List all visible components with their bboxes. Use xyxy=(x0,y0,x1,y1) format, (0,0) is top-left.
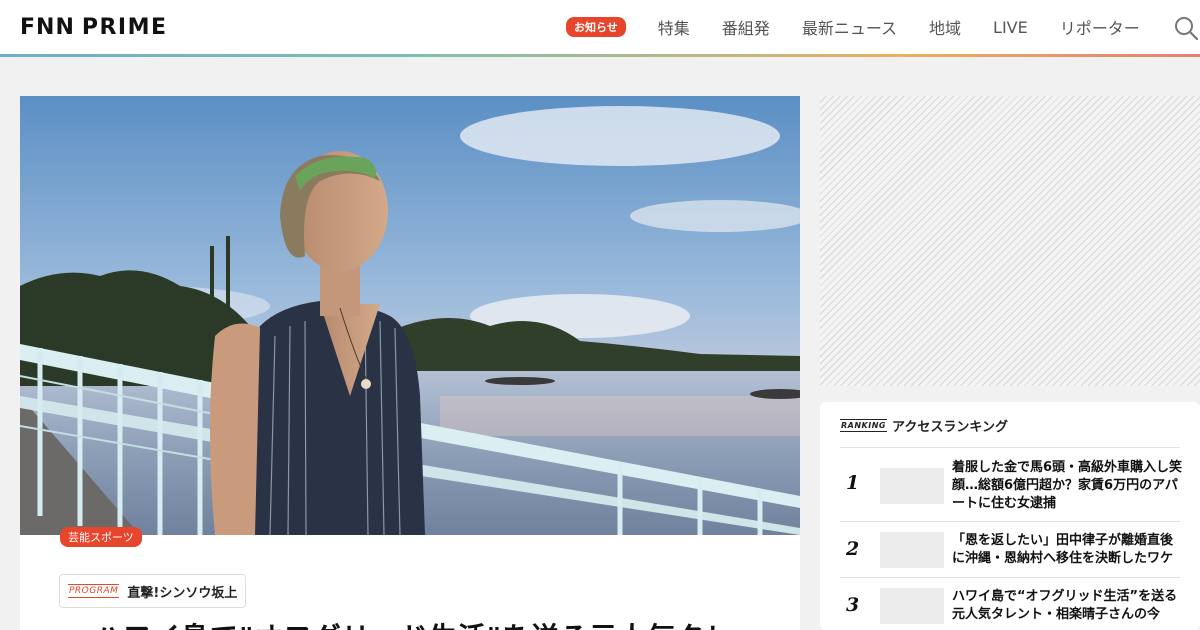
site-logo[interactable]: FNN PRIME xyxy=(20,14,168,40)
nav-item-latest-news[interactable]: 最新ニュース xyxy=(802,15,897,39)
main-nav: お知らせ 特集 番組発 最新ニュース 地域 LIVE リポーター xyxy=(566,0,1172,54)
program-label: PROGRAM xyxy=(68,584,120,598)
ranking-item-3[interactable]: 3 ハワイ島で“オフグリッド生活”を送る元人気タレント・相楽晴子さんの今 xyxy=(840,577,1180,630)
logo-prime-text: PRIME xyxy=(81,14,168,40)
nav-item-live[interactable]: LIVE xyxy=(993,18,1028,37)
program-name: 直撃!シンソウ坂上 xyxy=(127,585,238,601)
ranking-panel: RANKING アクセスランキング 1 着服した金で馬6頭・高級外車購入し笑顔…… xyxy=(820,402,1200,630)
ranking-item-title: 「恩を返したい」田中律子が離婚直後に沖縄・恩納村へ移住を決断したワケ xyxy=(952,533,1174,566)
article-headline[interactable]: ハワイ島で"オフグリッド生活"を送る元人気タレ xyxy=(94,616,734,630)
header-accent-bar xyxy=(0,54,1200,57)
ranking-thumbnail xyxy=(880,588,944,624)
article-hero-image[interactable] xyxy=(20,96,800,535)
rank-number: 2 xyxy=(846,538,860,560)
notice-badge[interactable]: お知らせ xyxy=(566,17,626,37)
nav-item-reporter[interactable]: リポーター xyxy=(1060,15,1140,39)
logo-fnn-text: FNN xyxy=(20,14,75,40)
ranking-title: アクセスランキング xyxy=(891,420,1008,435)
program-tag[interactable]: PROGRAM 直撃!シンソウ坂上 xyxy=(59,574,247,608)
nav-item-programs[interactable]: 番組発 xyxy=(722,15,770,39)
ranking-item-title: ハワイ島で“オフグリッド生活”を送る元人気タレント・相楽晴子さんの今 xyxy=(952,589,1178,622)
site-header: FNN PRIME お知らせ 特集 番組発 最新ニュース 地域 LIVE リポー… xyxy=(0,0,1200,54)
ranking-header: RANKING アクセスランキング xyxy=(840,416,1008,435)
ranking-item-2[interactable]: 2 「恩を返したい」田中律子が離婚直後に沖縄・恩納村へ移住を決断したワケ xyxy=(840,521,1180,577)
rank-number: 3 xyxy=(846,594,860,616)
ranking-label: RANKING xyxy=(840,419,887,432)
ranking-item-title: 着服した金で馬6頭・高級外車購入し笑顔…総額6億円超か？家賃6万円のアパートに住… xyxy=(952,460,1183,511)
search-icon[interactable] xyxy=(1174,16,1198,40)
article-card[interactable]: 芸能スポーツ PROGRAM 直撃!シンソウ坂上 ハワイ島で"オフグリッド生活"… xyxy=(20,96,800,630)
ranking-thumbnail xyxy=(880,468,944,504)
nav-item-region[interactable]: 地域 xyxy=(929,15,961,39)
category-badge[interactable]: 芸能スポーツ xyxy=(60,527,142,547)
rank-number: 1 xyxy=(846,472,860,494)
ranking-thumbnail xyxy=(880,532,944,568)
nav-item-features[interactable]: 特集 xyxy=(658,15,690,39)
ranking-item-1[interactable]: 1 着服した金で馬6頭・高級外車購入し笑顔…総額6億円超か？家賃6万円のアパート… xyxy=(840,447,1182,522)
ad-placeholder xyxy=(820,96,1200,386)
